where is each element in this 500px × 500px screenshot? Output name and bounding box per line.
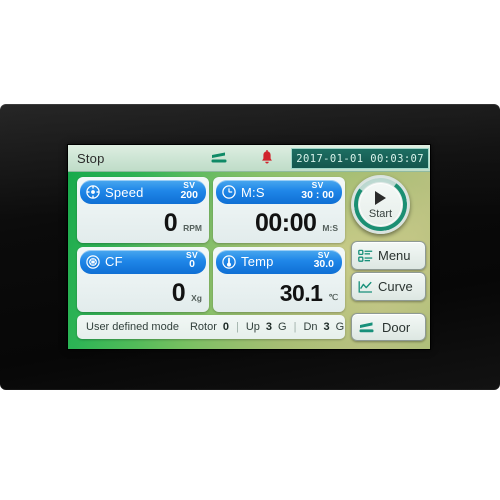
door-lid-icon	[358, 321, 377, 334]
decel-unit: G	[335, 321, 345, 333]
card-temp-body: 30.1 ℃	[213, 275, 345, 313]
rotor-label: Rotor	[189, 321, 217, 333]
mode-label: User defined mode	[86, 321, 179, 333]
card-speed-title: Speed	[105, 184, 144, 200]
accel-unit: G	[278, 321, 287, 333]
card-time[interactable]: M:S SV 30 : 00 00:00 M:S	[213, 177, 345, 243]
card-temp-unit: ℃	[328, 292, 338, 303]
status-bar: Stop 2017-01-01 00:03:07	[68, 145, 430, 172]
card-speed-unit: RPM	[183, 223, 202, 234]
mode-info-bar[interactable]: User defined mode Rotor 0 | Up 3 G | Dn …	[77, 315, 345, 339]
start-button[interactable]: Start	[350, 174, 411, 235]
rotor-icon	[86, 254, 100, 269]
card-cf-body: 0 Xg	[77, 275, 209, 313]
accel-label: Up	[245, 321, 260, 333]
info-separator-1: |	[235, 321, 239, 333]
card-time-body: 00:00 M:S	[213, 205, 345, 243]
card-speed-body: 0 RPM	[77, 205, 209, 243]
card-time-header: M:S SV 30 : 00	[216, 180, 342, 204]
card-temp-sv-value: 30.0	[313, 258, 334, 271]
readout-card-grid: Speed SV 200 0 RPM M:S SV 30: 00 00:00 …	[77, 177, 345, 312]
card-temp-title: Temp	[241, 254, 274, 269]
card-time-sv-value: 30 : 00	[301, 188, 334, 201]
card-cf-value: 0	[171, 278, 186, 307]
card-cf-title: CF	[105, 254, 123, 269]
machine-status-text: Stop	[77, 150, 105, 166]
thermometer-icon	[222, 254, 236, 269]
lid-icon	[210, 151, 230, 165]
accel-value: 3	[265, 321, 273, 333]
card-speed-sv-value: 200	[180, 188, 198, 201]
info-separator-2: |	[293, 321, 297, 333]
clock-icon	[222, 185, 236, 199]
card-temp-value: 30.1	[279, 279, 323, 306]
card-speed-value: 0	[163, 209, 178, 238]
card-cf-header: CF SV 0	[80, 249, 206, 274]
lcd-screen: Stop 2017-01-01 00:03:07 Speed SV 200 0 …	[68, 145, 430, 349]
card-speed-setvalue: SV 200	[180, 181, 198, 200]
card-temp-header: Temp SV 30.0	[216, 249, 342, 274]
card-cf-setvalue: SV 0	[186, 250, 198, 271]
menu-button[interactable]: Menu	[351, 241, 426, 270]
curve-button[interactable]: Curve	[351, 272, 426, 301]
card-temp[interactable]: Temp SV 30.0 30.1 ℃	[213, 246, 345, 313]
card-cf-unit: Xg	[191, 292, 202, 303]
list-icon	[358, 249, 373, 263]
decel-value: 3	[323, 321, 330, 333]
curve-button-label: Curve	[378, 279, 413, 294]
door-button-label: Door	[382, 319, 411, 335]
play-icon	[375, 191, 386, 205]
rotor-value: 0	[222, 321, 229, 333]
card-time-unit: M:S	[322, 223, 338, 234]
card-cf-sv-value: 0	[189, 258, 195, 271]
card-time-title: M:S	[241, 184, 265, 200]
card-cf[interactable]: CF SV 0 0 Xg	[77, 246, 209, 313]
chart-icon	[358, 280, 373, 294]
fan-icon	[86, 185, 100, 199]
card-temp-setvalue: SV 30.0	[313, 250, 334, 271]
start-button-label: Start	[368, 208, 393, 220]
menu-button-label: Menu	[378, 248, 411, 263]
bell-icon	[260, 150, 274, 166]
card-speed[interactable]: Speed SV 200 0 RPM	[77, 177, 209, 243]
datetime-display: 2017-01-01 00:03:07	[291, 148, 429, 169]
card-time-value: 00:00	[254, 209, 317, 238]
decel-label: Dn	[303, 321, 318, 333]
card-speed-header: Speed SV 200	[80, 180, 206, 204]
screenshot-root: Stop 2017-01-01 00:03:07 Speed SV 200 0 …	[0, 0, 500, 500]
card-time-setvalue: SV 30 : 00	[301, 181, 334, 200]
door-button[interactable]: Door	[351, 313, 426, 341]
